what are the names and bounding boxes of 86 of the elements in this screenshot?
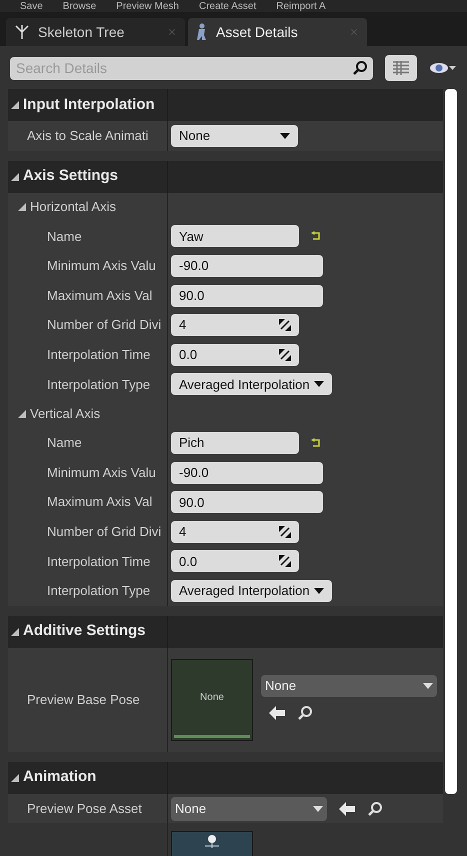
tab[interactable]: Asset Details [188,18,367,46]
expanded-arrow-icon[interactable] [11,628,19,636]
skeleton-icon [202,834,222,848]
tree-icon [14,24,30,40]
number-field[interactable]: 90.0 [171,491,323,514]
field-value: 0.0 [179,552,198,571]
section-header[interactable]: Axis Settings [8,160,443,193]
tab-label: Skeleton Tree [38,22,126,42]
expanded-arrow-icon[interactable] [11,101,19,109]
spin-field[interactable]: 0.0 [171,344,299,366]
property-label: Maximum Axis Val [47,286,152,305]
section-title: Input Interpolation [23,94,155,115]
section-header[interactable]: Animation [8,762,443,794]
caret-icon [314,588,324,594]
section-title: Animation [23,767,96,788]
section-header[interactable]: Additive Settings [8,616,443,648]
expanded-arrow-icon[interactable] [18,203,26,212]
asset-thumbnail[interactable]: None [171,658,253,741]
text-field[interactable]: Pich [171,432,299,454]
asset-dropdown[interactable]: None [171,796,327,821]
property-label: Preview Pose Asset [27,800,142,818]
property-label: Minimum Axis Valu [47,257,156,276]
dropdown[interactable]: Averaged Interpolation [171,373,332,396]
section-title: Axis Settings [23,166,118,186]
group-label[interactable]: Vertical Axis [30,404,100,424]
property-label: Preview Base Pose [27,690,140,709]
dropdown[interactable]: Averaged Interpolation [171,580,332,602]
caret-icon [423,682,433,689]
property-label: Maximum Axis Val [47,493,152,512]
search-icon[interactable] [297,704,313,721]
reset-arrow-icon[interactable] [311,231,321,242]
search-field[interactable]: Search Details [10,56,347,80]
property-label: Axis to Scale Animati [27,127,148,146]
toolbar-button[interactable]: Save [20,1,43,12]
search-button[interactable] [347,56,373,80]
list-icon [393,61,409,75]
spin-field[interactable]: 4 [171,520,299,543]
property-label: Number of Grid Divi [47,522,162,541]
toolbar-button[interactable]: Create Asset [198,1,256,12]
property-label: Interpolation Type [47,582,150,600]
number-field[interactable]: -90.0 [171,462,323,484]
toolbar-button[interactable]: Reimport A [276,1,326,12]
property-label: Minimum Axis Valu [47,464,156,482]
asset-dropdown[interactable]: None [261,674,437,697]
scrollbar-thumb[interactable] [445,89,457,794]
tab[interactable]: Skeleton Tree [6,18,185,46]
property-label: Number of Grid Divi [47,316,162,334]
arrow-left-icon[interactable] [339,802,355,816]
spin-arrows-icon[interactable] [279,319,291,332]
caret-icon [313,806,323,812]
eye-icon[interactable] [429,61,457,75]
reset-arrow-icon[interactable] [311,438,321,448]
caret-icon [314,381,324,388]
expanded-arrow-icon[interactable] [18,410,26,418]
caret-icon [280,132,290,139]
dropdown[interactable]: None [171,124,298,147]
spin-field[interactable]: 0.0 [171,550,299,572]
spin-arrows-icon[interactable] [279,348,291,361]
expanded-arrow-icon[interactable] [11,172,19,181]
spin-arrows-icon[interactable] [279,526,291,538]
text-field[interactable]: Yaw [171,225,299,248]
section-header[interactable]: Input Interpolation [8,89,443,121]
property-label: Name [47,228,82,246]
property-label: Interpolation Time [47,552,150,571]
thumbnail-label: None [200,690,224,705]
section-title: Additive Settings [23,621,146,642]
toolbar-button[interactable]: Browse [62,1,96,12]
field-value: 0.0 [179,346,198,364]
tab-label: Asset Details [216,22,299,42]
search-icon[interactable] [367,800,383,817]
search-icon [352,60,368,76]
expanded-arrow-icon[interactable] [11,774,19,782]
property-label: Interpolation Type [47,376,150,394]
toolbar-button[interactable]: Preview Mesh [116,1,179,12]
figure-icon [196,23,208,41]
property-label: Name [47,434,82,452]
grid-view-button[interactable] [385,55,417,81]
arrow-left-icon[interactable] [269,706,285,720]
field-value: 4 [179,522,186,541]
property-label: Interpolation Time [47,346,150,364]
group-label[interactable]: Horizontal Axis [30,197,116,217]
number-field[interactable]: 90.0 [171,284,323,307]
field-value: 4 [179,316,186,334]
spin-arrows-icon[interactable] [279,555,291,568]
number-field[interactable]: -90.0 [171,254,323,277]
spin-field[interactable]: 4 [171,314,299,336]
